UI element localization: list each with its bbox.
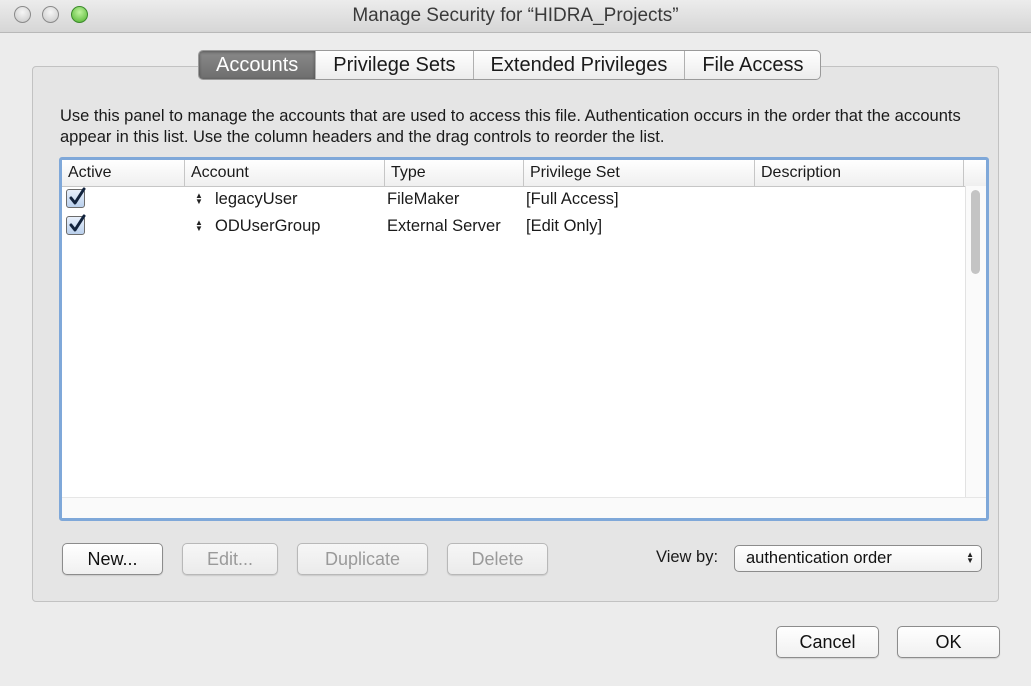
account-name: ODUserGroup — [215, 217, 321, 235]
account-privilege-set: [Edit Only] — [526, 217, 603, 235]
active-checkbox[interactable] — [66, 187, 86, 208]
accounts-table: Active Account Type Privilege Set Descri… — [59, 157, 989, 521]
view-by-selected-value: authentication order — [746, 549, 892, 567]
drag-handle-icon[interactable]: ▲ ▼ — [194, 186, 204, 213]
cancel-button[interactable]: Cancel — [776, 626, 879, 658]
window-title: Manage Security for “HIDRA_Projects” — [352, 5, 679, 26]
column-header-type[interactable]: Type — [384, 160, 524, 186]
account-privilege-set: [Full Access] — [526, 190, 619, 208]
tab-bar: Accounts Privilege Sets Extended Privile… — [198, 50, 822, 80]
table-row[interactable]: ▲ ▼ legacyUser FileMaker [Full Access] — [62, 186, 966, 213]
active-checkbox[interactable] — [66, 214, 86, 235]
view-by-label: View by: — [656, 548, 719, 566]
account-type: FileMaker — [387, 190, 460, 208]
panel-description: Use this panel to manage the accounts th… — [60, 107, 961, 146]
vertical-scrollbar[interactable] — [965, 186, 986, 498]
checkmark-icon — [69, 187, 86, 205]
column-header-active[interactable]: Active — [62, 160, 186, 186]
horizontal-scrollbar[interactable] — [62, 497, 986, 518]
table-header: Active Account Type Privilege Set Descri… — [62, 160, 986, 187]
delete-account-button[interactable]: Delete — [447, 543, 548, 575]
account-name: legacyUser — [215, 190, 298, 208]
checkmark-icon — [69, 214, 86, 232]
column-header-description[interactable]: Description — [754, 160, 964, 186]
tab-accounts[interactable]: Accounts — [199, 51, 316, 79]
ok-button[interactable]: OK — [897, 626, 1000, 658]
view-by-select[interactable]: authentication order ▲ ▼ — [734, 545, 982, 572]
scroll-thumb[interactable] — [971, 190, 980, 274]
column-header-account[interactable]: Account — [184, 160, 384, 186]
tab-extended-privileges[interactable]: Extended Privileges — [472, 51, 685, 79]
table-row[interactable]: ▲ ▼ ODUserGroup External Server [Edit Onl… — [62, 213, 966, 240]
column-header-privilege-set[interactable]: Privilege Set — [523, 160, 755, 186]
manage-security-dialog: Manage Security for “HIDRA_Projects” Acc… — [0, 0, 1031, 686]
select-arrows-icon: ▲ ▼ — [966, 550, 974, 566]
account-type: External Server — [387, 217, 501, 235]
title-bar: Manage Security for “HIDRA_Projects” — [0, 0, 1031, 33]
drag-handle-icon[interactable]: ▲ ▼ — [194, 213, 204, 240]
duplicate-account-button[interactable]: Duplicate — [297, 543, 428, 575]
edit-account-button[interactable]: Edit... — [182, 543, 278, 575]
column-header-spacer — [963, 160, 986, 186]
tab-file-access[interactable]: File Access — [684, 51, 820, 79]
tab-privilege-sets[interactable]: Privilege Sets — [315, 51, 472, 79]
new-account-button[interactable]: New... — [62, 543, 163, 575]
